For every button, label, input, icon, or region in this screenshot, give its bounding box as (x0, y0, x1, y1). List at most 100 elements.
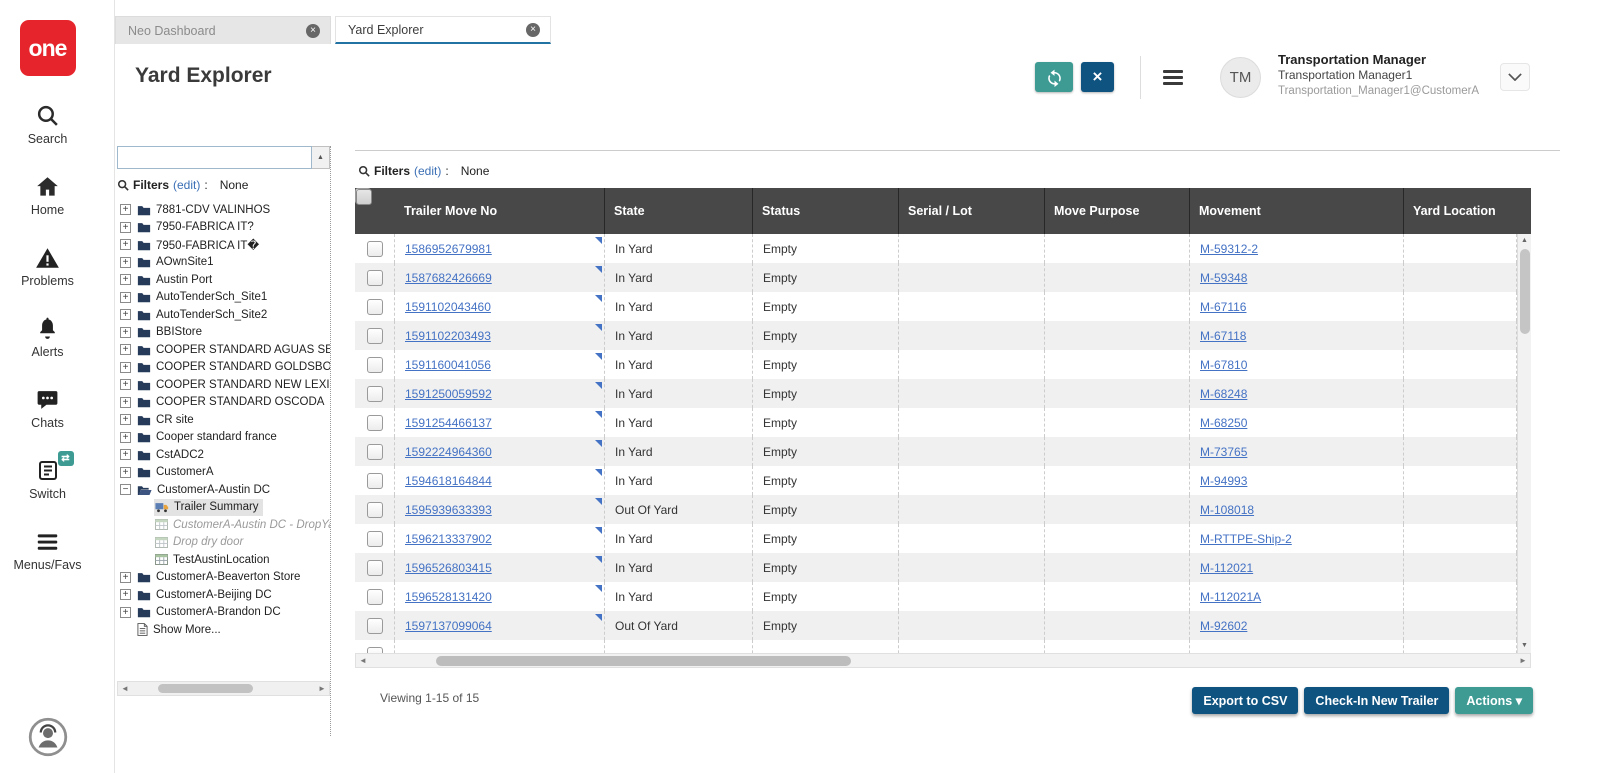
horizontal-scrollbar[interactable]: ◄ ► (355, 653, 1531, 668)
row-checkbox[interactable] (367, 502, 383, 518)
expand-icon[interactable]: + (120, 449, 131, 460)
tree-item[interactable]: +7950-FABRICA IT? (117, 219, 330, 237)
expand-icon[interactable]: + (120, 222, 131, 233)
trailer-move-link[interactable]: 1591102203493 (405, 329, 491, 343)
scroll-right-icon[interactable]: ► (1516, 654, 1530, 667)
header-cell[interactable]: State (605, 188, 753, 234)
tree-item[interactable]: +CustomerA-Beaverton Store (117, 569, 330, 587)
movement-link[interactable]: M-68250 (1200, 416, 1247, 430)
chevron-down-icon[interactable] (1500, 63, 1530, 91)
trailer-move-link[interactable]: 1595939633393 (405, 503, 492, 517)
tree-item[interactable]: TestAustinLocation (117, 551, 330, 569)
tree-item[interactable]: +AutoTenderSch_Site2 (117, 306, 330, 324)
movement-link[interactable]: M-94993 (1200, 474, 1247, 488)
tab-close-icon[interactable]: × (306, 24, 320, 38)
one-logo[interactable]: one (20, 20, 76, 76)
scroll-left-icon[interactable]: ◄ (118, 682, 132, 695)
sidebar-item-search[interactable]: Search (0, 102, 95, 146)
expand-icon[interactable]: + (120, 274, 131, 285)
expand-icon[interactable]: + (120, 589, 131, 600)
tree-item[interactable]: +CstADC2 (117, 446, 330, 464)
trailer-move-link[interactable]: 1591102043460 (405, 300, 491, 314)
trailer-move-link[interactable]: 1594618164844 (405, 474, 492, 488)
tree-item[interactable]: +7950-FABRICA IT� (117, 236, 330, 254)
tree-item[interactable]: +AutoTenderSch_Site1 (117, 289, 330, 307)
tree-item[interactable]: +AOwnSite1 (117, 254, 330, 272)
header-cell[interactable]: Movement (1190, 188, 1404, 234)
tree-item[interactable]: +COOPER STANDARD NEW LEXINGTO (117, 376, 330, 394)
tree-item[interactable]: Drop dry door (117, 534, 330, 552)
movement-link[interactable]: M-59348 (1200, 271, 1247, 285)
expand-icon[interactable]: + (120, 432, 131, 443)
sidebar-item-chats[interactable]: Chats (0, 386, 95, 430)
tab-yard-explorer[interactable]: Yard Explorer × (335, 16, 551, 44)
expand-icon[interactable]: + (120, 379, 131, 390)
tree-item[interactable]: Show More... (117, 621, 330, 639)
tree-search-input[interactable] (117, 146, 312, 169)
tree-item[interactable]: +Austin Port (117, 271, 330, 289)
trailer-move-link[interactable]: 1586952679981 (405, 242, 492, 256)
trailer-move-link[interactable]: 1591254466137 (405, 416, 492, 430)
expand-icon[interactable]: + (120, 239, 131, 250)
sidebar-item-menus-favs[interactable]: Menus/Favs (0, 528, 95, 572)
expand-icon[interactable]: + (120, 292, 131, 303)
scroll-thumb[interactable] (436, 656, 851, 666)
movement-link[interactable]: M-108018 (1200, 503, 1254, 517)
expand-icon[interactable]: + (120, 327, 131, 338)
tree-item[interactable]: Trailer Summary (117, 499, 330, 517)
row-checkbox[interactable] (367, 357, 383, 373)
tree-item[interactable]: CustomerA-Austin DC - DropYard (117, 516, 330, 534)
search-collapse-button[interactable]: ▲ (312, 146, 330, 169)
row-checkbox[interactable] (367, 299, 383, 315)
tree-horizontal-scrollbar[interactable]: ◄ ► (117, 681, 330, 696)
scroll-up-icon[interactable]: ▲ (1518, 234, 1531, 248)
expand-icon[interactable]: + (120, 344, 131, 355)
expand-icon[interactable]: + (120, 257, 131, 268)
header-cell[interactable]: Yard Location (1404, 188, 1531, 234)
vertical-scrollbar[interactable]: ▲ ▼ (1517, 234, 1531, 653)
scroll-right-icon[interactable]: ► (315, 682, 329, 695)
row-checkbox[interactable] (367, 270, 383, 286)
row-checkbox[interactable] (367, 328, 383, 344)
trailer-move-link[interactable]: 1596213337902 (405, 532, 492, 546)
tree-item[interactable]: +CustomerA-Beijing DC (117, 586, 330, 604)
tree-item[interactable]: +COOPER STANDARD AGUAS SEALING (117, 341, 330, 359)
movement-link[interactable]: M-68248 (1200, 387, 1247, 401)
trailer-move-link[interactable]: 1591250059592 (405, 387, 492, 401)
expand-icon[interactable]: + (120, 572, 131, 583)
movement-link[interactable]: M-59312-2 (1200, 242, 1258, 256)
expand-icon[interactable]: + (120, 414, 131, 425)
movement-link[interactable]: M-RTTPE-Ship-2 (1200, 532, 1292, 546)
row-checkbox[interactable] (367, 241, 383, 257)
expand-icon[interactable]: + (120, 397, 131, 408)
expand-icon[interactable]: + (120, 467, 131, 478)
trailer-move-link[interactable]: 1596528131420 (405, 590, 492, 604)
movement-link[interactable]: M-67118 (1200, 329, 1246, 343)
tree-item[interactable]: +Cooper standard france (117, 429, 330, 447)
movement-link[interactable]: M-67116 (1200, 300, 1246, 314)
checkin-new-trailer-button[interactable]: Check-In New Trailer (1304, 687, 1449, 714)
scroll-left-icon[interactable]: ◄ (356, 654, 370, 667)
row-checkbox[interactable] (367, 618, 383, 634)
row-checkbox[interactable] (367, 589, 383, 605)
actions-button[interactable]: Actions ▾ (1455, 687, 1533, 714)
filters-edit-link[interactable]: (edit) (173, 178, 200, 192)
scroll-thumb[interactable] (1520, 249, 1530, 334)
scroll-thumb[interactable] (158, 684, 253, 693)
collapse-icon[interactable]: − (120, 484, 131, 495)
tree-item[interactable]: +COOPER STANDARD OSCODA (117, 394, 330, 412)
movement-link[interactable]: M-112021 (1200, 561, 1253, 575)
scroll-down-icon[interactable]: ▼ (1518, 639, 1531, 653)
tree-item[interactable]: +CustomerA (117, 464, 330, 482)
expand-icon[interactable]: + (120, 204, 131, 215)
row-checkbox[interactable] (367, 473, 383, 489)
trailer-move-link[interactable]: 1596526803415 (405, 561, 492, 575)
avatar[interactable]: TM (1220, 57, 1261, 98)
movement-link[interactable]: M-112021A (1200, 590, 1261, 604)
tree-item[interactable]: −CustomerA-Austin DC (117, 481, 330, 499)
row-checkbox[interactable] (367, 560, 383, 576)
select-all-checkbox[interactable] (356, 189, 372, 205)
trailer-move-link[interactable]: 1591160041056 (405, 358, 491, 372)
expand-icon[interactable]: + (120, 309, 131, 320)
row-checkbox[interactable] (367, 444, 383, 460)
